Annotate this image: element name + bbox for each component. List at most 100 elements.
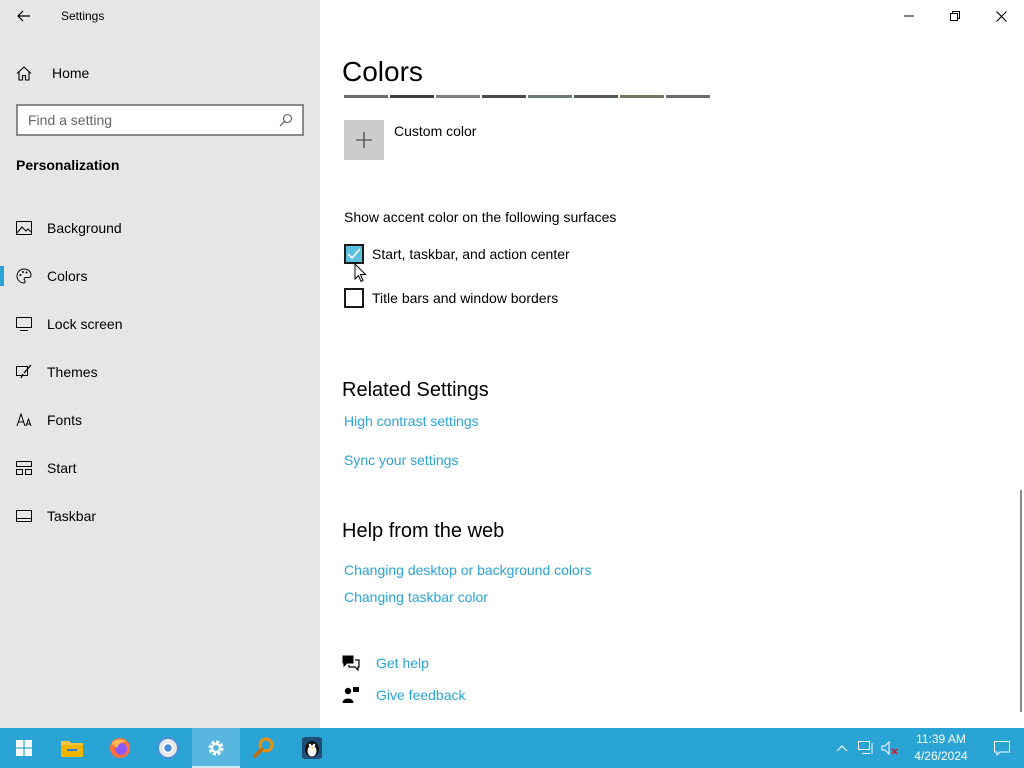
close-button[interactable] (978, 0, 1024, 32)
notification-icon (994, 740, 1010, 756)
title-bar-left: Settings (0, 0, 104, 32)
sidebar-item-label: Lock screen (47, 316, 123, 332)
taskbar-settings[interactable] (192, 728, 240, 768)
chevron-up-icon (836, 745, 848, 752)
file-explorer-icon (61, 741, 83, 757)
color-swatch[interactable] (574, 95, 618, 98)
restore-button[interactable] (932, 0, 978, 32)
volume-muted-icon (881, 741, 898, 755)
sidebar-item-label: Fonts (47, 412, 83, 428)
minimize-icon (904, 15, 914, 17)
sidebar-nav: Background Colors Lock screen Themes Fon… (0, 204, 320, 540)
show-hidden-icons-button[interactable] (830, 728, 854, 768)
chat-help-icon (342, 655, 362, 671)
taskbar-chrome[interactable] (144, 728, 192, 768)
color-swatch-row (344, 95, 710, 98)
section-title: Personalization (16, 157, 120, 173)
volume-button[interactable] (878, 728, 902, 768)
color-swatch[interactable] (528, 95, 572, 98)
high-contrast-link[interactable]: High contrast settings (344, 413, 479, 429)
color-swatch[interactable] (344, 95, 388, 98)
taskbar-file-explorer[interactable] (48, 728, 96, 768)
clock-date: 4/26/2024 (914, 749, 968, 763)
custom-color-label: Custom color (394, 123, 477, 139)
start-button[interactable] (0, 728, 48, 768)
brush-icon (16, 364, 36, 380)
home-icon (16, 65, 36, 81)
lock-screen-icon (16, 317, 36, 331)
page-title: Colors (342, 56, 423, 87)
taskbar-icon (16, 510, 36, 522)
firefox-icon (110, 738, 130, 758)
chrome-icon (157, 737, 179, 759)
back-arrow-icon (17, 10, 30, 22)
penguin-icon (302, 737, 322, 759)
back-button[interactable] (0, 0, 48, 32)
clock-time: 11:39 AM (916, 732, 966, 746)
checkbox-unchecked[interactable] (344, 288, 364, 308)
give-feedback-label: Give feedback (376, 687, 466, 703)
sidebar-item-label: Taskbar (47, 508, 97, 524)
start-layout-icon (16, 461, 36, 475)
sidebar-item-themes[interactable]: Themes (0, 348, 320, 396)
system-tray: 11:39 AM 4/26/2024 (830, 728, 1024, 768)
color-swatch[interactable] (436, 95, 480, 98)
mouse-cursor-icon (354, 262, 367, 288)
sidebar-item-label: Colors (47, 268, 88, 284)
feedback-person-icon (342, 686, 362, 704)
sidebar-item-start[interactable]: Start (0, 444, 320, 492)
get-help-link[interactable]: Get help (342, 655, 429, 671)
home-nav-item[interactable]: Home (16, 60, 89, 86)
sidebar-item-lock-screen[interactable]: Lock screen (0, 300, 320, 348)
checkbox-checked[interactable] (344, 244, 364, 264)
network-button[interactable] (854, 728, 878, 768)
give-feedback-link[interactable]: Give feedback (342, 686, 466, 704)
color-swatch[interactable] (620, 95, 664, 98)
search-input[interactable] (28, 112, 278, 128)
start-icon (16, 740, 32, 756)
taskbar: 11:39 AM 4/26/2024 (0, 728, 1024, 768)
palette-icon (16, 268, 36, 284)
clock[interactable]: 11:39 AM 4/26/2024 (906, 731, 976, 765)
related-settings-heading: Related Settings (342, 379, 489, 401)
image-icon (16, 221, 36, 235)
desktop-colors-help-link[interactable]: Changing desktop or background colors (344, 562, 592, 578)
taskbar-penguin-app[interactable] (288, 728, 336, 768)
search-icon[interactable] (278, 112, 294, 128)
custom-color-button[interactable]: Custom color (344, 120, 476, 160)
sidebar: Settings Home Personalization Background… (0, 0, 320, 728)
sidebar-item-taskbar[interactable]: Taskbar (0, 492, 320, 540)
home-label: Home (52, 65, 90, 81)
help-heading: Help from the web (342, 520, 505, 542)
checkbox-label: Title bars and window borders (372, 290, 559, 306)
sidebar-item-colors[interactable]: Colors (0, 252, 320, 300)
sidebar-item-fonts[interactable]: Fonts (0, 396, 320, 444)
accent-surfaces-heading: Show accent color on the following surfa… (344, 209, 617, 225)
settings-icon (208, 740, 224, 756)
minimize-button[interactable] (886, 0, 932, 32)
checkbox-label: Start, taskbar, and action center (372, 246, 570, 262)
sidebar-item-label: Themes (47, 364, 98, 380)
window-title: Settings (61, 9, 105, 23)
color-swatch[interactable] (666, 95, 710, 98)
plus-icon (344, 120, 384, 160)
scrollbar-thumb[interactable] (1020, 490, 1022, 712)
window-controls (886, 0, 1024, 32)
sidebar-item-label: Start (47, 460, 77, 476)
sync-settings-link[interactable]: Sync your settings (344, 452, 458, 468)
checkbox-start-taskbar[interactable]: Start, taskbar, and action center (344, 244, 570, 264)
font-icon (16, 413, 36, 427)
search-box[interactable] (16, 104, 304, 136)
taskbar-color-help-link[interactable]: Changing taskbar color (344, 589, 488, 605)
action-center-button[interactable] (980, 728, 1024, 768)
restore-icon (950, 11, 960, 21)
checkmark-icon (347, 248, 361, 260)
color-swatch[interactable] (390, 95, 434, 98)
close-icon (995, 10, 1007, 22)
taskbar-firefox[interactable] (96, 728, 144, 768)
sidebar-item-background[interactable]: Background (0, 204, 320, 252)
taskbar-search-app[interactable] (240, 728, 288, 768)
network-icon (858, 741, 873, 754)
checkbox-title-bars[interactable]: Title bars and window borders (344, 288, 558, 308)
color-swatch[interactable] (482, 95, 526, 98)
